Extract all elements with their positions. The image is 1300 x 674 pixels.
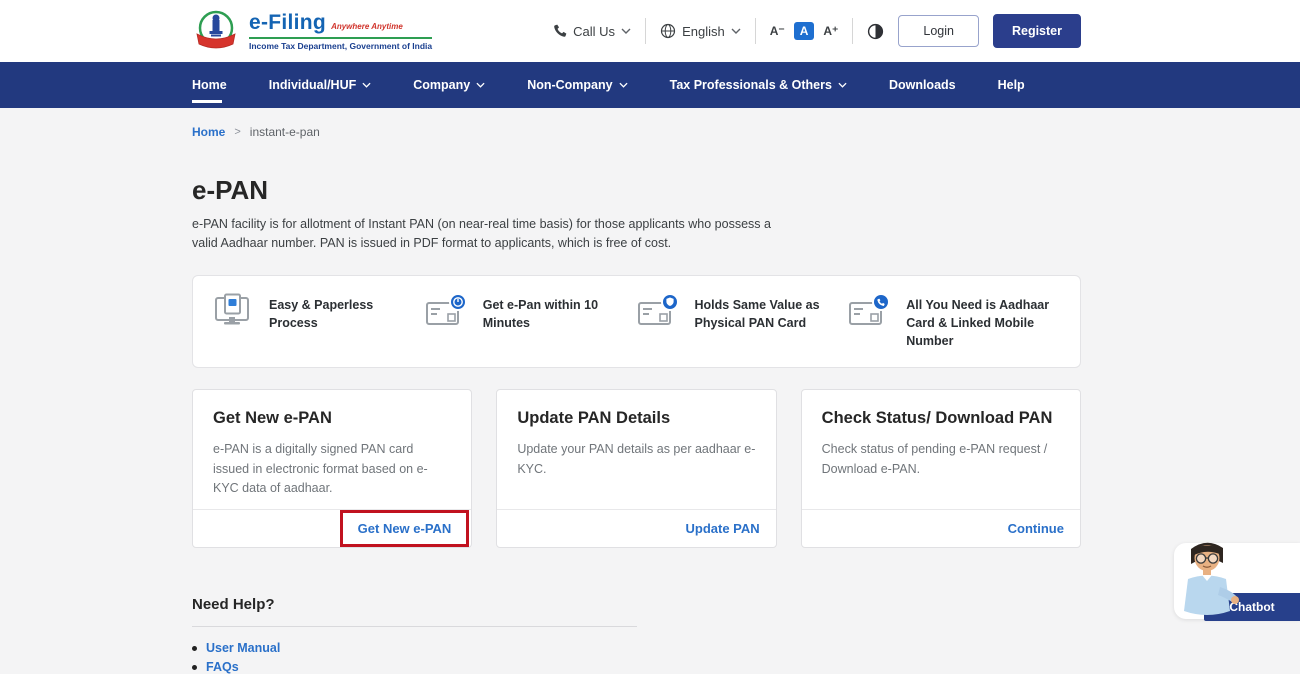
nav-item-downloads[interactable]: Downloads (889, 62, 956, 108)
feature-easy-paperless: Easy & Paperless Process (213, 293, 425, 350)
link-label: User Manual (206, 641, 280, 655)
chevron-down-icon (619, 82, 628, 88)
nav-label: Company (413, 78, 470, 92)
feature-aadhaar-mobile: All You Need is Aadhaar Card & Linked Mo… (848, 293, 1060, 350)
nav-item-individual-huf[interactable]: Individual/HUF (269, 62, 372, 108)
feature-label: All You Need is Aadhaar Card & Linked Mo… (906, 293, 1060, 350)
header-divider (852, 18, 853, 44)
nav-label: Non-Company (527, 78, 612, 92)
income-tax-emblem-icon (192, 7, 240, 55)
nav-label: Downloads (889, 78, 956, 92)
chatbot-assistant-avatar (1174, 535, 1240, 625)
nav-item-company[interactable]: Company (413, 62, 485, 108)
chevron-down-icon (476, 82, 485, 88)
card-description: e-PAN is a digitally signed PAN card iss… (213, 440, 451, 498)
link-label: FAQs (206, 660, 239, 674)
card-title: Get New e-PAN (213, 409, 451, 428)
language-label: English (682, 24, 725, 39)
continue-link[interactable]: Continue (1008, 521, 1064, 536)
pan-card-phone-icon (848, 293, 892, 329)
monitor-document-icon (213, 293, 255, 329)
nav-item-help[interactable]: Help (998, 62, 1025, 108)
main-content: Home > instant-e-pan e-PAN e-PAN facilit… (192, 125, 1081, 674)
header-divider (755, 18, 756, 44)
chatbot-widget: Chatbot (1166, 535, 1300, 627)
language-menu[interactable]: English (660, 23, 741, 39)
chevron-down-icon (838, 82, 847, 88)
brand-subtitle: Income Tax Department, Government of Ind… (249, 37, 432, 51)
faqs-link[interactable]: FAQs (192, 660, 1081, 674)
font-size-controls: A⁻ A A⁺ (770, 22, 839, 40)
card-update-pan-details: Update PAN Details Update your PAN detai… (496, 389, 776, 548)
login-button[interactable]: Login (898, 15, 979, 47)
breadcrumb-current: instant-e-pan (250, 125, 320, 139)
font-normal-button[interactable]: A (794, 22, 815, 40)
call-us-label: Call Us (573, 24, 615, 39)
nav-label: Home (192, 78, 227, 92)
nav-item-home[interactable]: Home (192, 62, 227, 108)
need-help-divider (192, 626, 637, 627)
feature-same-value: Holds Same Value as Physical PAN Card (637, 293, 849, 350)
feature-label: Get e-Pan within 10 Minutes (483, 293, 637, 332)
card-description: Update your PAN details as per aadhaar e… (517, 440, 755, 479)
card-title: Update PAN Details (517, 409, 755, 428)
bullet-icon (192, 646, 197, 651)
e-filing-logo[interactable]: e-Filing Anywhere Anytime Income Tax Dep… (192, 7, 432, 55)
breadcrumb-separator: > (234, 126, 240, 138)
globe-icon (660, 23, 676, 39)
top-header: e-Filing Anywhere Anytime Income Tax Dep… (0, 0, 1300, 62)
card-check-status-download: Check Status/ Download PAN Check status … (801, 389, 1081, 548)
chevron-down-icon (362, 82, 371, 88)
main-navigation: Home Individual/HUF Company Non-Company … (0, 62, 1300, 108)
page-title: e-PAN (192, 175, 1081, 206)
get-new-epan-link[interactable]: Get New e-PAN (358, 521, 452, 536)
feature-label: Holds Same Value as Physical PAN Card (695, 293, 849, 332)
breadcrumb-home-link[interactable]: Home (192, 125, 225, 139)
bullet-icon (192, 665, 197, 670)
pan-card-timer-icon (425, 293, 469, 329)
register-button[interactable]: Register (993, 14, 1081, 48)
breadcrumb: Home > instant-e-pan (192, 125, 1081, 139)
font-increase-button[interactable]: A⁺ (823, 24, 838, 38)
brand-tagline: Anywhere Anytime (331, 22, 403, 31)
header-divider (645, 18, 646, 44)
feature-strip: Easy & Paperless Process Get e-Pan withi… (192, 275, 1081, 368)
logo-text: e-Filing Anywhere Anytime Income Tax Dep… (249, 11, 432, 51)
feature-epan-10-minutes: Get e-Pan within 10 Minutes (425, 293, 637, 350)
header-controls: Call Us English A⁻ A (552, 14, 1081, 48)
page-description: e-PAN facility is for allotment of Insta… (192, 215, 792, 254)
card-description: Check status of pending e-PAN request / … (822, 440, 1060, 479)
contrast-toggle-icon[interactable] (867, 23, 884, 40)
nav-label: Help (998, 78, 1025, 92)
red-annotation-box: Get New e-PAN (340, 510, 470, 547)
chevron-down-icon (621, 28, 631, 34)
brand-name: e-Filing (249, 11, 326, 35)
pan-card-shield-icon (637, 293, 681, 329)
card-get-new-epan: Get New e-PAN e-PAN is a digitally signe… (192, 389, 472, 548)
user-manual-link[interactable]: User Manual (192, 641, 1081, 655)
feature-label: Easy & Paperless Process (269, 293, 425, 332)
font-decrease-button[interactable]: A⁻ (770, 24, 785, 38)
phone-icon (552, 24, 567, 39)
action-cards: Get New e-PAN e-PAN is a digitally signe… (192, 389, 1081, 548)
card-title: Check Status/ Download PAN (822, 409, 1060, 428)
nav-label: Individual/HUF (269, 78, 357, 92)
nav-item-non-company[interactable]: Non-Company (527, 62, 627, 108)
chevron-down-icon (731, 28, 741, 34)
call-us-menu[interactable]: Call Us (552, 24, 631, 39)
nav-label: Tax Professionals & Others (670, 78, 832, 92)
need-help-section: Need Help? User Manual FAQs (192, 596, 1081, 674)
nav-item-tax-professionals[interactable]: Tax Professionals & Others (670, 62, 847, 108)
update-pan-link[interactable]: Update PAN (686, 521, 760, 536)
need-help-title: Need Help? (192, 596, 1081, 613)
